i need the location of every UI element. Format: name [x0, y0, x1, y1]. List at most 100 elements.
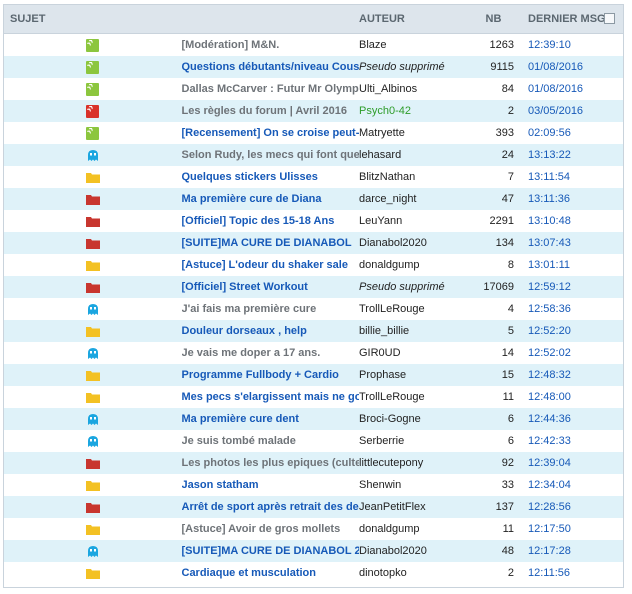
topic-icon-cell [4, 210, 182, 232]
author-name: donaldgump [359, 259, 420, 271]
topic-title-cell: Dallas McCarver : Futur Mr Olympia ? [181, 78, 360, 100]
topic-title-cell: Ma première cure de Diana [181, 188, 359, 210]
last-message-link[interactable]: 01/08/2016 [528, 83, 583, 95]
topic-link[interactable]: Selon Rudy, les mecs qui font que de la … [182, 149, 360, 161]
table-row: [Recensement] On se croise peut-être à l… [4, 122, 623, 144]
last-message-link[interactable]: 13:07:43 [528, 237, 571, 249]
author-name: Serberrie [359, 435, 405, 447]
topic-link[interactable]: [Recensement] On se croise peut-être à l… [182, 127, 360, 139]
last-message-link[interactable]: 02:09:56 [528, 127, 571, 139]
author-name: Prophase [359, 369, 407, 381]
topic-link[interactable]: Programme Fullbody + Cardio [182, 369, 339, 381]
last-message-link[interactable]: 12:28:56 [528, 501, 571, 513]
last-message-link[interactable]: 12:52:20 [528, 325, 571, 337]
message-count: 5 [507, 325, 514, 337]
author-name: GIR0UD [359, 347, 401, 359]
last-message-link[interactable]: 12:11:56 [528, 567, 570, 579]
last-message-link[interactable]: 13:13:22 [528, 149, 571, 161]
topic-title-cell: Cardiaque et musculation [181, 562, 359, 584]
topic-link[interactable]: Je suis tombé malade [182, 435, 296, 447]
topic-link[interactable]: [Modération] M&N. [182, 39, 280, 51]
topic-count-cell: 33 [459, 474, 528, 496]
topic-link[interactable]: [Officiel] Topic des 15-18 Ans [182, 215, 335, 227]
last-message-link[interactable]: 12:48:00 [528, 391, 571, 403]
topic-author-cell: Psych0-42 [359, 100, 459, 122]
last-message-link[interactable]: 12:39:10 [528, 39, 571, 51]
author-name: Pseudo supprimé [359, 281, 445, 293]
topic-title-cell: Selon Rudy, les mecs qui font que de la … [181, 144, 360, 166]
topic-count-cell: 8 [459, 254, 528, 276]
topic-link[interactable]: Douleur dorseaux , help [182, 325, 307, 337]
topic-icon-cell [4, 298, 182, 320]
topic-icon-cell [4, 188, 182, 210]
topic-link[interactable]: Cardiaque et musculation [182, 567, 316, 579]
last-message-link[interactable]: 12:39:04 [528, 457, 571, 469]
last-message-link[interactable]: 13:01:11 [528, 259, 570, 271]
last-message-link[interactable]: 12:48:32 [528, 369, 571, 381]
last-message-link[interactable]: 12:58:36 [528, 303, 571, 315]
topic-link[interactable]: Je vais me doper a 17 ans. [182, 347, 321, 359]
topic-title-cell: [Recensement] On se croise peut-être à l… [181, 122, 360, 144]
topic-icon-cell [4, 430, 182, 452]
message-count: 8 [507, 259, 514, 271]
topic-title-cell: [Modération] M&N. [181, 33, 359, 56]
pinned-topic-icon [86, 126, 100, 140]
topic-link[interactable]: [Astuce] Avoir de gros mollets [182, 523, 341, 535]
last-message-link[interactable]: 12:34:04 [528, 479, 571, 491]
topic-icon-cell [4, 232, 182, 254]
ghost-topic-icon [87, 149, 98, 161]
topic-last-message-cell: 12:52:02 [528, 342, 623, 364]
topic-link[interactable]: Les règles du forum | Avril 2016 [182, 105, 348, 117]
last-message-link[interactable]: 03/05/2016 [528, 105, 583, 117]
last-message-link[interactable]: 12:17:28 [528, 545, 571, 557]
message-count: 134 [495, 237, 514, 249]
topic-link[interactable]: Mes pecs s'elargissent mais ne gonflent … [182, 391, 360, 403]
topic-link[interactable]: J'ai fais ma première cure [182, 303, 317, 315]
topic-title-cell: Quelques stickers Ulisses [181, 166, 359, 188]
topic-link[interactable]: [SUITE]MA CURE DE DIANABOL 2 [182, 545, 360, 557]
topic-count-cell: 2 [459, 562, 528, 584]
last-message-link[interactable]: 12:17:50 [528, 523, 571, 535]
topic-title-cell: Les règles du forum | Avril 2016 [181, 100, 359, 122]
last-message-link[interactable]: 01/08/2016 [528, 61, 583, 73]
topic-link[interactable]: Arrêt de sport après retrait des dents d… [182, 501, 360, 513]
last-message-link[interactable]: 13:10:48 [528, 215, 571, 227]
topic-count-cell: 393 [459, 122, 528, 144]
last-message-link[interactable]: 12:52:02 [528, 347, 571, 359]
topic-link[interactable]: Ma première cure dent [182, 413, 299, 425]
topic-last-message-cell: 03/05/2016 [528, 100, 623, 122]
topic-last-message-cell: 02:09:56 [528, 122, 623, 144]
last-message-link[interactable]: 12:59:12 [528, 281, 571, 293]
topic-author-cell: littlecutepony [359, 452, 459, 474]
table-row: Je suis tombé malade Serberrie 6 12:42:33 [4, 430, 623, 452]
table-row: Jason statham Shenwin 33 12:34:04 [4, 474, 623, 496]
select-all-checkbox[interactable] [604, 13, 615, 24]
message-count: 11 [502, 523, 514, 535]
folder-icon [85, 260, 100, 271]
folder-icon [85, 370, 100, 381]
author-name: billie_billie [359, 325, 410, 337]
topic-author-cell: BlitzNathan [359, 166, 459, 188]
topic-icon-cell [4, 33, 182, 56]
topic-author-cell: Blaze [359, 33, 459, 56]
topic-link[interactable]: Quelques stickers Ulisses [182, 171, 318, 183]
topic-link[interactable]: Dallas McCarver : Futur Mr Olympia ? [182, 83, 360, 95]
topic-link[interactable]: [Astuce] L'odeur du shaker sale [182, 259, 348, 271]
topic-link[interactable]: Questions débutants/niveau Couscous [182, 61, 360, 73]
author-name: Dianabol2020 [359, 545, 427, 557]
topic-icon-cell [4, 474, 182, 496]
topic-link[interactable]: Jason statham [182, 479, 259, 491]
topic-link[interactable]: Ma première cure de Diana [182, 193, 322, 205]
topic-link[interactable]: [Officiel] Street Workout [182, 281, 308, 293]
topic-link[interactable]: Les photos les plus epiques (cultes) du … [182, 457, 360, 469]
last-message-link[interactable]: 13:11:54 [528, 171, 570, 183]
topic-author-cell: Shenwin [359, 474, 459, 496]
topic-count-cell: 84 [459, 78, 528, 100]
table-row: Cardiaque et musculation dinotopko 2 12:11:… [4, 562, 623, 584]
last-message-link[interactable]: 12:44:36 [528, 413, 571, 425]
topic-link[interactable]: [SUITE]MA CURE DE DIANABOL [182, 237, 352, 249]
last-message-link[interactable]: 13:11:36 [528, 193, 570, 205]
last-message-link[interactable]: 12:42:33 [528, 435, 571, 447]
topic-title-cell: J'ai fais ma première cure [181, 298, 359, 320]
message-count: 47 [501, 193, 514, 205]
